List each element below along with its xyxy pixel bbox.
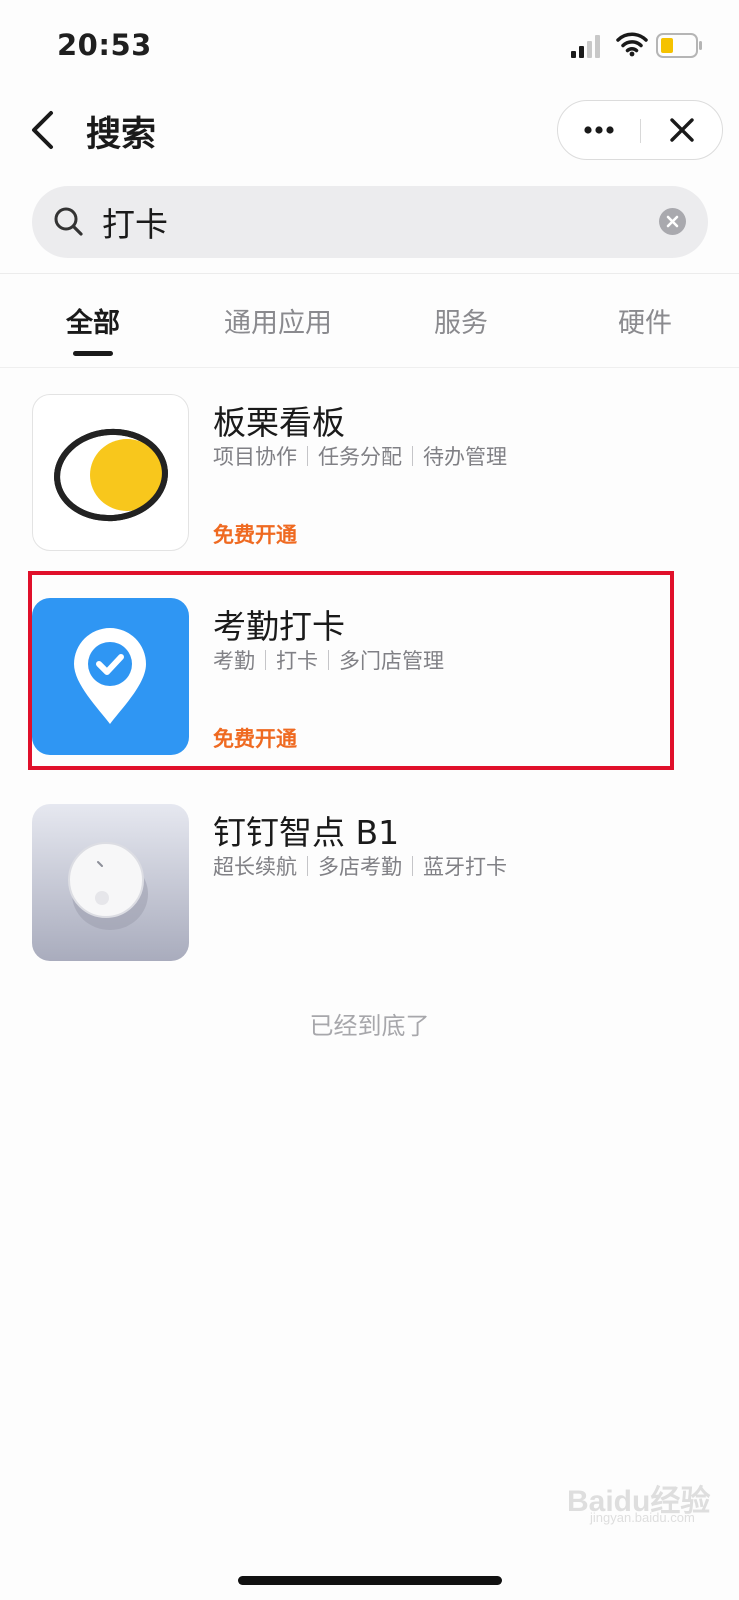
battery-icon: [656, 33, 702, 58]
search-input[interactable]: [102, 196, 662, 248]
chevron-left-icon: [32, 111, 53, 149]
device-button-icon: [32, 804, 189, 961]
home-indicator[interactable]: [238, 1576, 502, 1585]
highlight-box: [28, 571, 674, 770]
tag-separator: [412, 446, 413, 466]
result-item[interactable]: 钉钉智点 B1 超长续航 多店考勤 蓝牙打卡: [0, 804, 739, 984]
tab-general-apps[interactable]: 通用应用: [213, 301, 343, 351]
back-button[interactable]: [26, 104, 66, 156]
divider: [0, 273, 739, 274]
tag-separator: [307, 446, 308, 466]
tag-separator: [307, 856, 308, 876]
result-name: 钉钉智点 B1: [213, 813, 400, 852]
tag: 超长续航: [213, 855, 297, 879]
signal-icon: [571, 35, 600, 58]
close-icon: [670, 118, 694, 142]
close-button[interactable]: [642, 101, 722, 159]
result-item[interactable]: 板栗看板 项目协作 任务分配 待办管理 免费开通: [0, 394, 739, 574]
tag: 项目协作: [213, 445, 297, 469]
result-tags: 项目协作 任务分配 待办管理: [213, 441, 507, 471]
divider: [0, 367, 739, 368]
tag: 多店考勤: [318, 855, 402, 879]
tag: 蓝牙打卡: [423, 855, 507, 879]
tab-hardware[interactable]: 硬件: [612, 301, 678, 351]
capsule-divider: [640, 119, 641, 143]
more-button[interactable]: [558, 101, 640, 159]
app-screen: 20:53 搜索 打卡 全部 通用应用 服务 硬件 板栗看板 项目协作 任务分配…: [0, 0, 739, 1600]
result-name: 板栗看板: [213, 403, 345, 442]
wifi-icon: [616, 32, 648, 57]
status-time: 20:53: [57, 28, 152, 62]
tag-separator: [412, 856, 413, 876]
ellipsis-icon: [584, 126, 614, 134]
end-of-list-text: 已经到底了: [309, 1012, 430, 1040]
clear-icon: [666, 215, 679, 228]
clear-search-button[interactable]: [659, 208, 686, 235]
egg-logo-icon: [32, 394, 189, 551]
tag: 任务分配: [318, 445, 402, 469]
watermark-url: jingyan.baidu.com: [590, 1510, 695, 1525]
status-bar: 20:53: [0, 0, 739, 90]
search-bar: [32, 186, 708, 258]
search-icon: [54, 207, 83, 236]
free-activate-button[interactable]: 免费开通: [213, 519, 297, 549]
active-tab-indicator: [73, 351, 113, 356]
mini-program-capsule: [557, 100, 723, 160]
result-tags: 超长续航 多店考勤 蓝牙打卡: [213, 851, 507, 881]
tab-all[interactable]: 全部: [62, 301, 124, 351]
page-title: 搜索: [86, 115, 157, 155]
tag: 待办管理: [423, 445, 507, 469]
tab-services[interactable]: 服务: [428, 301, 494, 351]
